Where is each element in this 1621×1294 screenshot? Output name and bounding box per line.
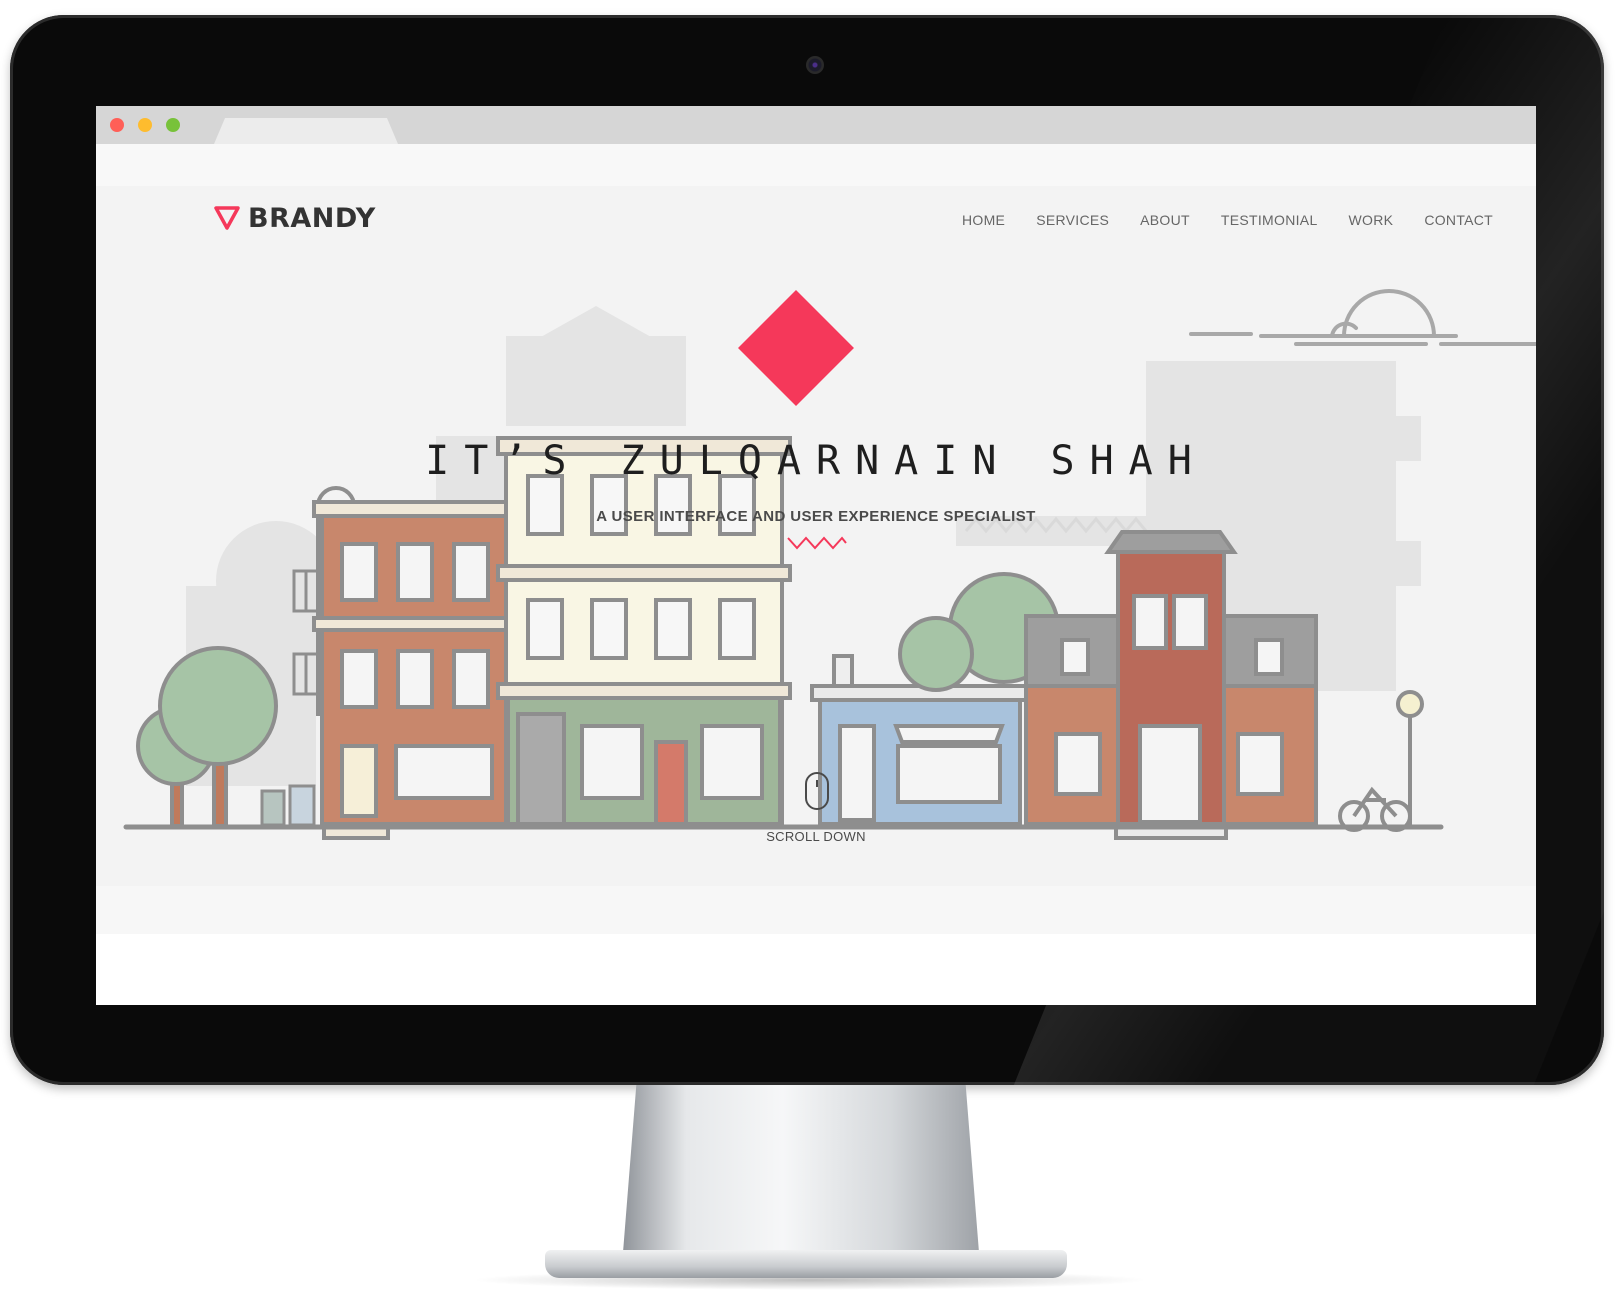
zigzag-icon: [787, 536, 847, 550]
nav-work[interactable]: WORK: [1349, 212, 1394, 228]
close-window-button[interactable]: [110, 118, 124, 132]
hero-title: IT’S ZULQARNAIN SHAH: [425, 438, 1207, 484]
nav-contact[interactable]: CONTACT: [1424, 212, 1493, 228]
scroll-down-label[interactable]: SCROLL DOWN: [96, 829, 1536, 844]
nav-home[interactable]: HOME: [962, 212, 1005, 228]
maximize-window-button[interactable]: [166, 118, 180, 132]
nav-about[interactable]: ABOUT: [1140, 212, 1190, 228]
website-page: BRANDY HOME SERVICES ABOUT TESTIMONIAL W…: [96, 186, 1536, 1005]
logo-text: BRANDY: [248, 202, 376, 234]
logo-triangle-icon: [214, 206, 240, 230]
site-logo[interactable]: BRANDY: [214, 198, 376, 238]
browser-toolbar-area: [96, 144, 1536, 186]
minimize-window-button[interactable]: [138, 118, 152, 132]
browser-bar: [96, 106, 1536, 144]
monitor-bezel: BRANDY HOME SERVICES ABOUT TESTIMONIAL W…: [10, 15, 1604, 1085]
page-bottom-strip: [96, 886, 1536, 934]
monitor-stand-base: [545, 1250, 1067, 1278]
hero-subtitle: A USER INTERFACE AND USER EXPERIENCE SPE…: [596, 508, 1036, 525]
webcam-icon: [806, 56, 824, 74]
mouse-scroll-icon[interactable]: [804, 771, 830, 811]
monitor-stand-neck: [622, 1085, 980, 1265]
nav-services[interactable]: SERVICES: [1036, 212, 1109, 228]
page-next-section: [96, 934, 1536, 1005]
monitor-screen: BRANDY HOME SERVICES ABOUT TESTIMONIAL W…: [96, 106, 1536, 1005]
main-nav: HOME SERVICES ABOUT TESTIMONIAL WORK CON…: [962, 212, 1524, 228]
nav-testimonial[interactable]: TESTIMONIAL: [1221, 212, 1318, 228]
browser-tab[interactable]: [214, 118, 398, 144]
